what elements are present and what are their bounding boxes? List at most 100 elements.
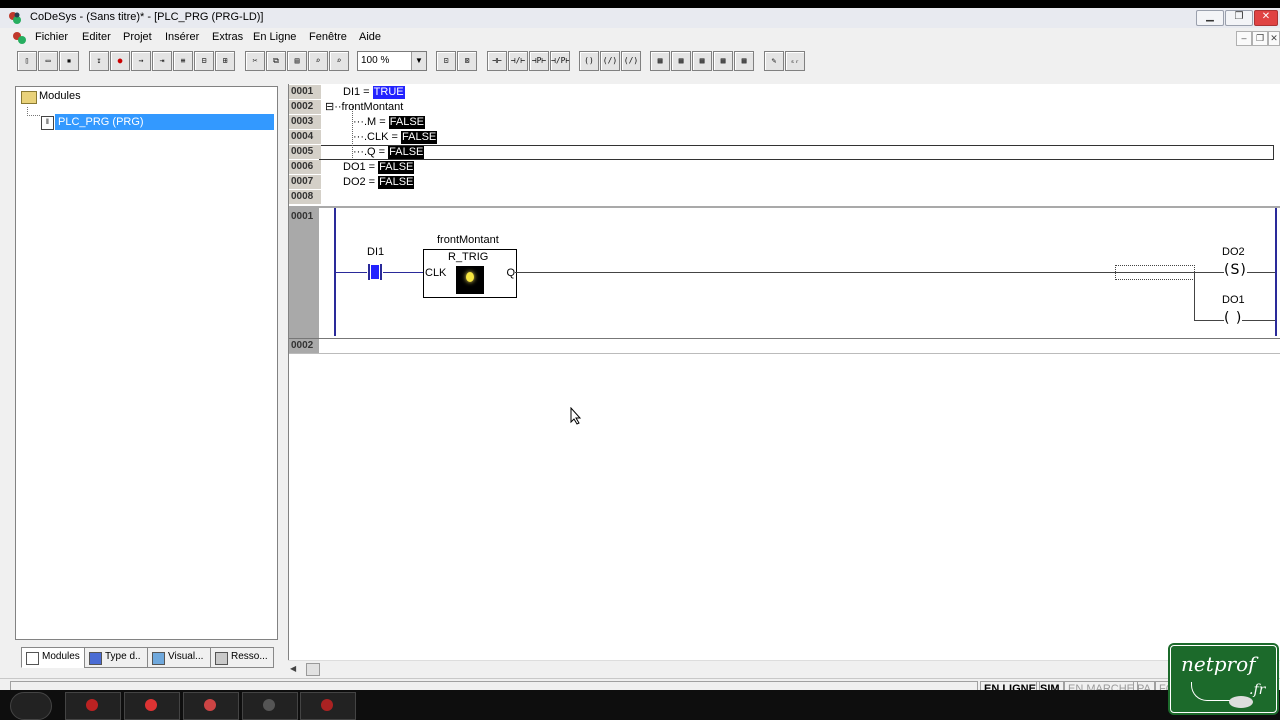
taskbar-app[interactable] <box>124 692 180 720</box>
scrollbar-thumb[interactable] <box>306 663 320 676</box>
pencil-icon[interactable]: ✎ <box>764 51 784 71</box>
menu-fichier[interactable]: Fichier <box>35 31 68 43</box>
taskbar-app[interactable] <box>242 692 298 720</box>
coil-do1[interactable]: ( ) <box>1224 310 1243 326</box>
decl-line-m[interactable]: ···.M = FALSE <box>353 115 426 129</box>
parallel-contact-icon[interactable]: ⊣P⊢ <box>529 51 549 71</box>
open-folder-icon[interactable]: ▭ <box>38 51 58 71</box>
lightbulb-icon <box>456 266 484 294</box>
ladder-network-1[interactable]: 0001 DI1 frontMontant R_TRIG CLK Q DO2 (… <box>289 208 1280 339</box>
page-icon <box>26 652 39 665</box>
minimize-button[interactable]: ▁ <box>1196 10 1224 26</box>
insertion-marker[interactable] <box>1115 265 1195 280</box>
tree-item-plc-prg[interactable]: PLC_PRG (PRG) <box>55 114 274 130</box>
mdi-close-button[interactable]: ✕ <box>1268 31 1280 46</box>
insert-network-after-icon[interactable]: ⊠ <box>457 51 477 71</box>
editor-frame: 0001 DI1 = TRUE 0002 ⊟··frontMontant 000… <box>288 84 1280 677</box>
menu-en-ligne[interactable]: En Ligne <box>253 31 296 43</box>
coil-icon[interactable]: () <box>579 51 599 71</box>
decl-line-do2[interactable]: DO2 = FALSE <box>343 175 415 189</box>
close-button[interactable]: ✕ <box>1254 10 1278 26</box>
step-over-icon[interactable]: ≡ <box>173 51 193 71</box>
zoom-select[interactable]: 100 % ▼ <box>357 51 427 71</box>
resources-icon <box>215 652 228 665</box>
codesys-app-icon <box>9 12 21 24</box>
decl-line-di1[interactable]: DI1 = TRUE <box>343 85 405 99</box>
taskbar-app[interactable] <box>65 692 121 720</box>
menu-inserer[interactable]: Insérer <box>165 31 199 43</box>
menu-aide[interactable]: Aide <box>359 31 381 43</box>
start-button[interactable] <box>10 692 52 720</box>
label-icon[interactable]: ▦ <box>734 51 754 71</box>
tab-visualizations[interactable]: Visual... <box>147 647 211 668</box>
horizontal-scrollbar[interactable]: ◀ <box>288 660 1280 677</box>
taskbar-app[interactable] <box>300 692 356 720</box>
parallel-negated-contact-icon[interactable]: ⊣/P⊢ <box>550 51 570 71</box>
network-number: 0002 <box>291 340 314 351</box>
set-reset-icon[interactable]: ₛᵣ <box>785 51 805 71</box>
contact-di1[interactable] <box>367 264 383 280</box>
decl-line-clk[interactable]: ···.CLK = FALSE <box>353 130 438 144</box>
mouse-cable-icon <box>1191 682 1232 701</box>
box-icon[interactable]: ▦ <box>671 51 691 71</box>
branch-wire <box>1194 272 1195 320</box>
coil-variable-label: DO1 <box>1222 294 1245 306</box>
wire-segment <box>383 272 423 273</box>
new-file-icon[interactable]: ▯ <box>17 51 37 71</box>
ladder-network-2[interactable]: 0002 <box>289 339 1280 354</box>
line-number: 0003 <box>289 115 321 129</box>
program-icon: ǁ <box>41 116 54 130</box>
negated-contact-icon[interactable]: ⊣/⊢ <box>508 51 528 71</box>
stop-icon[interactable]: ● <box>110 51 130 71</box>
zoom-value: 100 % <box>361 55 390 66</box>
taskbar-app[interactable] <box>183 692 239 720</box>
document-menu-icon[interactable] <box>12 31 28 45</box>
tab-resources[interactable]: Resso... <box>210 647 274 668</box>
taskbar <box>0 690 1280 720</box>
tree-root-label: Modules <box>39 90 81 102</box>
run-icon[interactable]: ⇝ <box>131 51 151 71</box>
breakpoint-icon[interactable]: ⊟ <box>194 51 214 71</box>
restore-button[interactable]: ❐ <box>1225 10 1253 26</box>
menu-extras[interactable]: Extras <box>212 31 243 43</box>
reset-coil-icon[interactable]: (/) <box>621 51 641 71</box>
decl-line-q[interactable]: ···.Q = FALSE <box>353 145 425 159</box>
tab-modules[interactable]: Modules <box>21 647 85 668</box>
find-icon[interactable]: ⌕ <box>308 51 328 71</box>
tab-data-types[interactable]: Type d.. <box>84 647 148 668</box>
contact-icon[interactable]: ⊣⊢ <box>487 51 507 71</box>
negated-coil-icon[interactable]: (/) <box>600 51 620 71</box>
insert-network-before-icon[interactable]: ⊡ <box>436 51 456 71</box>
network-gutter: 0001 <box>289 208 319 338</box>
cut-icon[interactable]: ✂ <box>245 51 265 71</box>
fb-input-clk: CLK <box>425 267 447 279</box>
return-icon[interactable]: ▦ <box>713 51 733 71</box>
step-in-icon[interactable]: ⇥ <box>152 51 172 71</box>
set-coil-do2[interactable]: (S) <box>1224 262 1247 278</box>
copy-icon[interactable]: ⧉ <box>266 51 286 71</box>
chevron-left-icon[interactable]: ◀ <box>290 664 296 673</box>
save-icon[interactable]: ▪ <box>59 51 79 71</box>
decl-line-frontmontant[interactable]: ⊟··frontMontant <box>325 100 403 114</box>
menu-editer[interactable]: Editer <box>82 31 111 43</box>
find-next-icon[interactable]: ⌕ <box>329 51 349 71</box>
expand-icon[interactable]: ⊟ <box>325 101 334 113</box>
login-icon[interactable]: ↧ <box>89 51 109 71</box>
chevron-down-icon[interactable]: ▼ <box>411 52 426 70</box>
decl-line-do1[interactable]: DO1 = FALSE <box>343 160 415 174</box>
function-block-icon[interactable]: ▦ <box>650 51 670 71</box>
write-values-icon[interactable]: ⊞ <box>215 51 235 71</box>
network-number: 0001 <box>291 211 314 222</box>
menu-projet[interactable]: Projet <box>123 31 152 43</box>
value-false: FALSE <box>378 161 415 174</box>
right-power-rail <box>1275 208 1277 336</box>
window-title: CoDeSys - (Sans titre)* - [PLC_PRG (PRG-… <box>30 11 264 23</box>
mdi-restore-button[interactable]: ❐ <box>1252 31 1268 46</box>
jump-icon[interactable]: ▦ <box>692 51 712 71</box>
mdi-minimize-button[interactable]: – <box>1236 31 1252 46</box>
title-bar: CoDeSys - (Sans titre)* - [PLC_PRG (PRG-… <box>0 8 1280 29</box>
function-block-r-trig[interactable]: R_TRIG CLK Q <box>423 249 517 298</box>
menu-fenetre[interactable]: Fenêtre <box>309 31 347 43</box>
paste-icon[interactable]: ▤ <box>287 51 307 71</box>
declaration-pane[interactable]: 0001 DI1 = TRUE 0002 ⊟··frontMontant 000… <box>289 84 1280 208</box>
